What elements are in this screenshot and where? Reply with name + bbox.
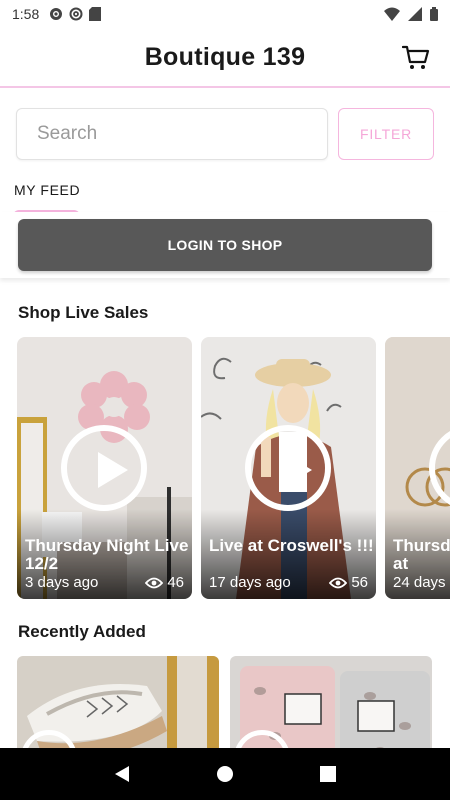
- status-time: 1:58: [12, 6, 40, 22]
- gear-icon: [50, 8, 63, 20]
- cart-icon: [402, 45, 430, 69]
- status-right-icons: [384, 7, 438, 21]
- search-input[interactable]: [16, 108, 328, 160]
- view-count-value: 46: [167, 574, 184, 591]
- sd-card-icon: [89, 7, 102, 21]
- live-sale-title: Thursday Night Live 12/2: [25, 536, 189, 573]
- play-icon[interactable]: [61, 425, 147, 511]
- status-bar: 1:58: [0, 0, 450, 28]
- live-sale-meta: 3 days ago 46: [25, 574, 184, 591]
- recents-icon: [320, 766, 337, 782]
- login-to-shop-button[interactable]: LOGIN TO SHOP: [18, 219, 432, 271]
- live-sale-meta: 24 days ago: [393, 574, 450, 591]
- home-icon: [216, 766, 233, 782]
- live-sale-card[interactable]: Thursday Night Live 12/2 3 days ago 46: [17, 337, 192, 599]
- filter-button[interactable]: FILTER: [338, 108, 434, 160]
- at-sign-icon: [69, 7, 83, 21]
- search-row: FILTER: [16, 108, 434, 160]
- live-sale-time: 3 days ago: [25, 574, 99, 591]
- tab-my-feed[interactable]: MY FEED: [14, 182, 80, 198]
- cart-button[interactable]: [400, 42, 432, 74]
- eye-icon: [329, 577, 348, 588]
- live-sale-title: Thursday Night Live at: [393, 536, 450, 573]
- back-button[interactable]: [102, 754, 142, 794]
- live-sale-card[interactable]: Thursday Night Live at 24 days ago: [385, 337, 450, 599]
- app-header: Boutique 139: [0, 28, 450, 88]
- play-icon[interactable]: [245, 425, 331, 511]
- battery-icon: [430, 7, 438, 21]
- system-nav-bar: [0, 748, 450, 800]
- wifi-icon: [384, 7, 400, 21]
- recents-button[interactable]: [308, 754, 348, 794]
- product-card[interactable]: [230, 656, 432, 748]
- view-count: 46: [145, 574, 184, 591]
- recently-added-carousel[interactable]: [17, 656, 450, 748]
- status-left-icons: [49, 7, 102, 21]
- section-title-live-sales: Shop Live Sales: [18, 303, 149, 322]
- section-title-recently-added: Recently Added: [18, 622, 146, 641]
- back-icon: [114, 766, 129, 782]
- live-sale-title: Live at Croswell's !!!: [209, 536, 374, 555]
- live-sale-card[interactable]: Live at Croswell's !!! 17 days ago 56: [201, 337, 376, 599]
- view-count-value: 56: [351, 574, 368, 591]
- view-count: 56: [329, 574, 368, 591]
- home-button[interactable]: [205, 754, 245, 794]
- app-title: Boutique 139: [144, 42, 306, 71]
- live-sales-carousel[interactable]: Thursday Night Live 12/2 3 days ago 46 L…: [17, 337, 450, 599]
- eye-icon: [145, 577, 164, 588]
- cellular-signal-icon: [408, 7, 422, 21]
- live-sale-time: 17 days ago: [209, 574, 291, 591]
- product-card[interactable]: [17, 656, 219, 748]
- live-sale-meta: 17 days ago 56: [209, 574, 368, 591]
- live-sale-time: 24 days ago: [393, 574, 450, 591]
